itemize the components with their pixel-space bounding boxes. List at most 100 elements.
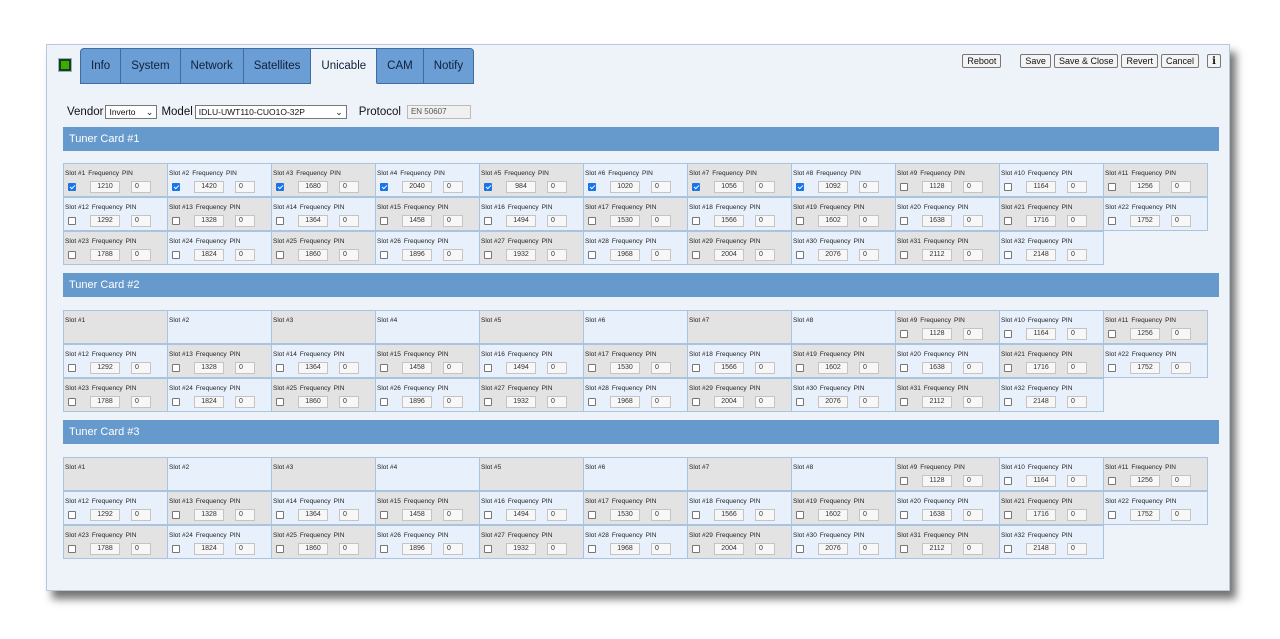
frequency-field[interactable]: 1530 [610,509,640,521]
slot-enable-checkbox[interactable] [796,217,804,225]
slot-enable-checkbox[interactable] [1004,545,1012,553]
pin-field[interactable]: 0 [131,362,151,374]
frequency-field[interactable]: 1328 [194,362,224,374]
frequency-field[interactable]: 1860 [298,396,328,408]
pin-field[interactable]: 0 [235,543,255,555]
frequency-field[interactable]: 1020 [610,181,640,193]
frequency-field[interactable]: 1638 [922,362,952,374]
frequency-field[interactable]: 1164 [1026,475,1056,487]
pin-field[interactable]: 0 [547,396,567,408]
pin-field[interactable]: 0 [963,249,983,261]
slot-enable-checkbox[interactable] [172,183,180,191]
frequency-field[interactable]: 1752 [1130,362,1160,374]
slot-enable-checkbox[interactable] [796,398,804,406]
slot-enable-checkbox[interactable] [172,217,180,225]
frequency-field[interactable]: 1824 [194,396,224,408]
slot-enable-checkbox[interactable] [68,398,76,406]
frequency-field[interactable]: 2004 [714,396,744,408]
slot-enable-checkbox[interactable] [1108,183,1116,191]
pin-field[interactable]: 0 [651,181,671,193]
slot-enable-checkbox[interactable] [692,398,700,406]
pin-field[interactable]: 0 [859,181,879,193]
slot-enable-checkbox[interactable] [1004,511,1012,519]
frequency-field[interactable]: 1530 [610,215,640,227]
pin-field[interactable]: 0 [1171,181,1191,193]
frequency-field[interactable]: 1602 [818,215,848,227]
pin-field[interactable]: 0 [755,249,775,261]
pin-field[interactable]: 0 [235,215,255,227]
frequency-field[interactable]: 1056 [714,181,744,193]
frequency-field[interactable]: 1788 [90,543,120,555]
tab-notify[interactable]: Notify [423,48,475,84]
pin-field[interactable]: 0 [963,509,983,521]
slot-enable-checkbox[interactable] [900,364,908,372]
frequency-field[interactable]: 1566 [714,362,744,374]
pin-field[interactable]: 0 [859,396,879,408]
frequency-field[interactable]: 1494 [506,362,536,374]
frequency-field[interactable]: 984 [506,181,536,193]
pin-field[interactable]: 0 [339,396,359,408]
slot-enable-checkbox[interactable] [68,511,76,519]
frequency-field[interactable]: 1896 [402,543,432,555]
frequency-field[interactable]: 1092 [818,181,848,193]
frequency-field[interactable]: 1566 [714,509,744,521]
frequency-field[interactable]: 1860 [298,543,328,555]
pin-field[interactable]: 0 [443,362,463,374]
frequency-field[interactable]: 1788 [90,249,120,261]
pin-field[interactable]: 0 [443,249,463,261]
slot-enable-checkbox[interactable] [380,217,388,225]
pin-field[interactable]: 0 [131,509,151,521]
pin-field[interactable]: 0 [651,509,671,521]
pin-field[interactable]: 0 [755,181,775,193]
pin-field[interactable]: 0 [651,543,671,555]
save-button[interactable]: Save [1020,54,1051,68]
frequency-field[interactable]: 2076 [818,543,848,555]
pin-field[interactable]: 0 [755,396,775,408]
slot-enable-checkbox[interactable] [796,545,804,553]
frequency-field[interactable]: 1716 [1026,362,1056,374]
frequency-field[interactable]: 2112 [922,543,952,555]
slot-enable-checkbox[interactable] [1004,477,1012,485]
frequency-field[interactable]: 2148 [1026,543,1056,555]
frequency-field[interactable]: 1364 [298,362,328,374]
frequency-field[interactable]: 1128 [922,181,952,193]
slot-enable-checkbox[interactable] [276,251,284,259]
pin-field[interactable]: 0 [547,215,567,227]
frequency-field[interactable]: 1494 [506,509,536,521]
frequency-field[interactable]: 1458 [402,215,432,227]
slot-enable-checkbox[interactable] [380,251,388,259]
frequency-field[interactable]: 1256 [1130,475,1160,487]
frequency-field[interactable]: 1364 [298,509,328,521]
slot-enable-checkbox[interactable] [588,511,596,519]
pin-field[interactable]: 0 [339,215,359,227]
slot-enable-checkbox[interactable] [172,511,180,519]
slot-enable-checkbox[interactable] [68,545,76,553]
slot-enable-checkbox[interactable] [276,217,284,225]
pin-field[interactable]: 0 [1171,215,1191,227]
slot-enable-checkbox[interactable] [172,398,180,406]
frequency-field[interactable]: 1932 [506,543,536,555]
frequency-field[interactable]: 1638 [922,509,952,521]
slot-enable-checkbox[interactable] [484,364,492,372]
reboot-button[interactable]: Reboot [962,54,1002,68]
pin-field[interactable]: 0 [963,475,983,487]
slot-enable-checkbox[interactable] [900,330,908,338]
pin-field[interactable]: 0 [443,215,463,227]
frequency-field[interactable]: 2148 [1026,396,1056,408]
pin-field[interactable]: 0 [963,181,983,193]
slot-enable-checkbox[interactable] [380,364,388,372]
frequency-field[interactable]: 1932 [506,396,536,408]
pin-field[interactable]: 0 [235,249,255,261]
cancel-button[interactable]: Cancel [1160,54,1199,68]
save-close-button[interactable]: Save & Close [1053,54,1119,68]
slot-enable-checkbox[interactable] [484,398,492,406]
slot-enable-checkbox[interactable] [692,364,700,372]
tab-system[interactable]: System [121,48,181,84]
pin-field[interactable]: 0 [339,362,359,374]
slot-enable-checkbox[interactable] [900,545,908,553]
pin-field[interactable]: 0 [1067,543,1087,555]
pin-field[interactable]: 0 [963,362,983,374]
pin-field[interactable]: 0 [131,215,151,227]
tab-unicable[interactable]: Unicable [311,48,378,84]
slot-enable-checkbox[interactable] [380,545,388,553]
